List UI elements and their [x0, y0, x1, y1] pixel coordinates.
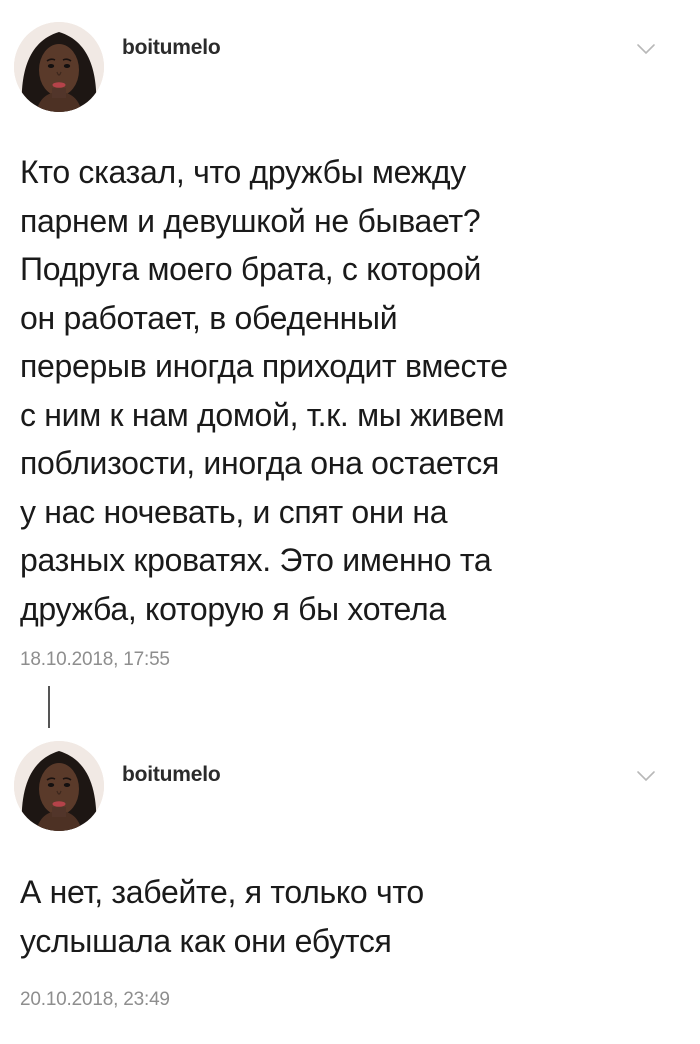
avatar[interactable] [14, 741, 104, 831]
username[interactable]: boitumelo [122, 36, 221, 60]
chevron-down-icon[interactable] [636, 769, 656, 783]
post-timestamp: 20.10.2018, 23:49 [20, 989, 170, 1010]
post-timestamp: 18.10.2018, 17:55 [20, 649, 170, 670]
avatar-portrait-icon [14, 22, 104, 112]
username[interactable]: boitumelo [122, 763, 221, 787]
thread-connector-line [48, 686, 50, 728]
post-text: А нет, забейте, я только что услышала ка… [20, 874, 424, 959]
avatar[interactable] [14, 22, 104, 112]
avatar-portrait-icon [14, 741, 104, 831]
chevron-down-icon[interactable] [636, 42, 656, 56]
post-text: Кто сказал, что дружбы между парнем и де… [20, 154, 508, 627]
